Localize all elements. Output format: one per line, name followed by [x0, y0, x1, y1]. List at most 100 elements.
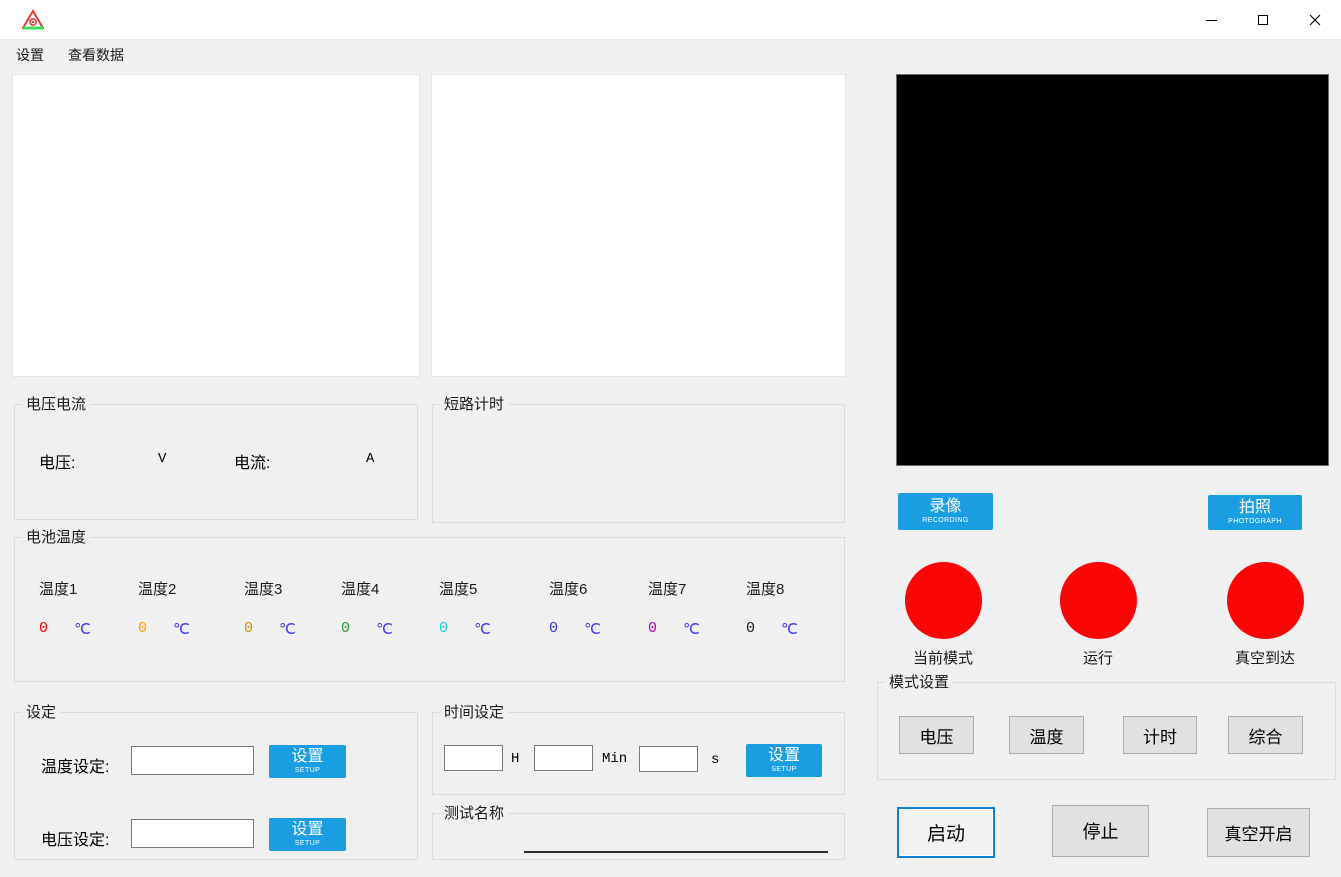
vacuum-open-button[interactable]: 真空开启 — [1207, 808, 1310, 857]
running-indicator — [1060, 562, 1137, 639]
group-title: 测试名称 — [440, 804, 508, 823]
temp-value: 0 — [648, 620, 657, 639]
vacuum-reached-indicator — [1227, 562, 1304, 639]
celsius-unit: ℃ — [74, 620, 91, 639]
temp-channel-3: 温度3 0℃ — [244, 578, 344, 599]
temp-value: 0 — [746, 620, 755, 639]
group-title: 模式设置 — [885, 673, 953, 692]
temp-channel-8: 温度8 0℃ — [746, 578, 846, 599]
group-title: 短路计时 — [440, 395, 508, 414]
title-bar — [0, 0, 1341, 40]
button-sublabel: SETUP — [295, 767, 320, 774]
volt-set-label: 电压设定: — [41, 826, 109, 850]
group-title: 设定 — [22, 703, 60, 722]
menu-view-data[interactable]: 查看数据 — [56, 41, 136, 69]
minimize-button[interactable] — [1185, 0, 1237, 40]
temp-value: 0 — [138, 620, 147, 639]
current-unit: A — [366, 451, 374, 467]
temp-label: 温度8 — [746, 578, 846, 599]
temp-value: 0 — [244, 620, 253, 639]
button-label: 录像 — [929, 499, 961, 515]
group-mode-setting: 模式设置 电压 温度 计时 综合 — [877, 682, 1336, 780]
volt-set-input[interactable] — [131, 819, 254, 848]
temp-value: 0 — [439, 620, 448, 639]
app-window: 设置 查看数据 电压电流 电压: V 电流: A 短路计时 电池温度 温度1 0… — [0, 0, 1341, 877]
menu-settings[interactable]: 设置 — [4, 41, 56, 69]
button-label: 拍照 — [1239, 500, 1271, 516]
celsius-unit: ℃ — [279, 620, 296, 639]
temp-label: 温度2 — [138, 578, 238, 599]
chart-panel-right — [431, 74, 846, 377]
button-label: 设置 — [291, 822, 323, 838]
temp-channel-4: 温度4 0℃ — [341, 578, 441, 599]
menu-bar: 设置 查看数据 — [0, 41, 1341, 68]
seconds-input[interactable] — [639, 746, 698, 772]
celsius-unit: ℃ — [376, 620, 393, 639]
test-name-field[interactable] — [524, 851, 828, 853]
hours-unit: H — [511, 751, 519, 767]
current-mode-label: 当前模式 — [898, 647, 988, 668]
voltage-unit: V — [158, 451, 166, 467]
group-title: 电压电流 — [22, 395, 90, 414]
button-label: 设置 — [291, 749, 323, 765]
button-sublabel: SETUP — [771, 766, 796, 773]
group-test-name: 测试名称 — [432, 813, 845, 860]
running-label: 运行 — [1053, 647, 1143, 668]
maximize-icon — [1258, 15, 1268, 25]
vacuum-reached-label: 真空到达 — [1220, 647, 1310, 668]
button-sublabel: PHOTOGRAPH — [1228, 518, 1282, 525]
button-sublabel: RECORDING — [922, 517, 968, 524]
close-icon — [1309, 14, 1321, 26]
celsius-unit: ℃ — [781, 620, 798, 639]
celsius-unit: ℃ — [683, 620, 700, 639]
temp-channel-7: 温度7 0℃ — [648, 578, 748, 599]
group-voltage-current: 电压电流 电压: V 电流: A — [14, 404, 418, 520]
close-button[interactable] — [1289, 0, 1341, 40]
minutes-input[interactable] — [534, 745, 593, 771]
temp-label: 温度7 — [648, 578, 748, 599]
group-short-circuit-timer: 短路计时 — [432, 404, 845, 523]
window-controls — [1185, 0, 1341, 40]
temp-value: 0 — [341, 620, 350, 639]
record-button[interactable]: 录像 RECORDING — [898, 493, 993, 530]
seconds-unit: s — [711, 752, 719, 768]
celsius-unit: ℃ — [474, 620, 491, 639]
temp-set-input[interactable] — [131, 746, 254, 775]
temp-set-button[interactable]: 设置 SETUP — [269, 745, 346, 778]
temp-set-label: 温度设定: — [41, 753, 109, 777]
photo-button[interactable]: 拍照 PHOTOGRAPH — [1208, 495, 1302, 530]
minutes-unit: Min — [602, 751, 627, 767]
temp-label: 温度5 — [439, 578, 539, 599]
group-time-setting: 时间设定 H Min s 设置 SETUP — [432, 712, 845, 795]
group-title: 电池温度 — [22, 528, 90, 547]
app-logo-icon — [22, 9, 44, 31]
button-label: 设置 — [768, 748, 800, 764]
voltage-label: 电压: — [39, 449, 75, 473]
group-battery-temperature: 电池温度 温度1 0℃ 温度2 0℃ 温度3 0℃ 温度4 0℃ 温度5 0℃ … — [14, 537, 845, 682]
mode-temperature-button[interactable]: 温度 — [1009, 716, 1084, 754]
time-set-button[interactable]: 设置 SETUP — [746, 744, 822, 777]
current-mode-indicator — [905, 562, 982, 639]
temp-channel-1: 温度1 0℃ — [39, 578, 139, 599]
temp-label: 温度3 — [244, 578, 344, 599]
group-title: 时间设定 — [440, 703, 508, 722]
volt-set-button[interactable]: 设置 SETUP — [269, 818, 346, 851]
stop-button[interactable]: 停止 — [1052, 805, 1149, 857]
start-button[interactable]: 启动 — [897, 807, 995, 858]
mode-timer-button[interactable]: 计时 — [1123, 716, 1197, 754]
hours-input[interactable] — [444, 745, 503, 771]
temp-value: 0 — [549, 620, 558, 639]
button-sublabel: SETUP — [295, 840, 320, 847]
current-label: 电流: — [234, 449, 270, 473]
mode-voltage-button[interactable]: 电压 — [899, 716, 974, 754]
temp-label: 温度6 — [549, 578, 649, 599]
temp-channel-6: 温度6 0℃ — [549, 578, 649, 599]
mode-combined-button[interactable]: 综合 — [1228, 716, 1303, 754]
temp-label: 温度4 — [341, 578, 441, 599]
minimize-icon — [1206, 20, 1217, 21]
temp-label: 温度1 — [39, 578, 139, 599]
maximize-button[interactable] — [1237, 0, 1289, 40]
temp-channel-2: 温度2 0℃ — [138, 578, 238, 599]
temp-value: 0 — [39, 620, 48, 639]
temp-channel-5: 温度5 0℃ — [439, 578, 539, 599]
